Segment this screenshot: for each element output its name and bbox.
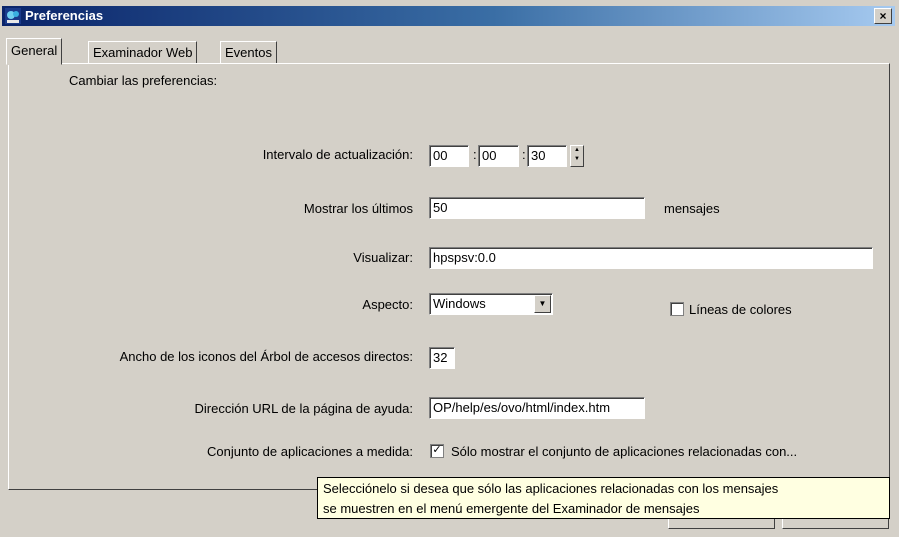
appearance-value: Windows — [433, 296, 486, 311]
general-panel — [8, 63, 890, 490]
display-label: Visualizar: — [353, 250, 413, 265]
colored-lines-checkbox[interactable] — [670, 302, 684, 316]
show-last-input[interactable]: 50 — [429, 197, 645, 219]
display-input[interactable]: hpspsv:0.0 — [429, 247, 873, 269]
window-title: Preferencias — [25, 8, 104, 23]
icon-width-label: Ancho de los iconos del Árbol de accesos… — [119, 349, 413, 364]
interval-label: Intervalo de actualización: — [262, 147, 413, 162]
show-last-suffix: mensajes — [664, 201, 720, 216]
openview-app-icon — [5, 8, 21, 24]
icon-width-input[interactable]: 32 — [429, 347, 455, 369]
show-last-label: Mostrar los últimos — [303, 201, 413, 216]
tab-eventos[interactable]: Eventos — [220, 41, 277, 63]
tooltip: Selecciónelo si desea que sólo las aplic… — [317, 477, 890, 519]
dropdown-arrow-icon[interactable]: ▼ — [534, 295, 551, 313]
appearance-select[interactable]: Windows ▼ — [429, 293, 553, 315]
colored-lines-label[interactable]: Líneas de colores — [689, 302, 792, 317]
close-button[interactable]: × — [874, 8, 892, 24]
tooltip-line-1: Selecciónelo si desea que sólo las aplic… — [323, 481, 779, 496]
close-icon: × — [879, 9, 887, 23]
appearance-label: Aspecto: — [362, 297, 413, 312]
panel-heading: Cambiar las preferencias: — [69, 73, 218, 88]
interval-minutes-input[interactable]: 00 — [478, 145, 519, 167]
title-bar[interactable]: Preferencias × — [2, 6, 895, 26]
tab-general[interactable]: General — [6, 38, 63, 65]
interval-separator: : — [473, 147, 477, 162]
interval-spinner[interactable]: ▲ ▼ — [570, 145, 584, 167]
tab-examinador-web[interactable]: Examinador Web — [88, 41, 198, 63]
preferences-window: Preferencias × General Examinador Web Ev… — [0, 0, 899, 537]
interval-separator: : — [522, 147, 526, 162]
spin-down-icon[interactable]: ▼ — [571, 155, 583, 164]
custom-apps-checkbox[interactable]: ✓ — [430, 444, 444, 458]
interval-seconds-input[interactable]: 30 — [527, 145, 567, 167]
interval-hours-input[interactable]: 00 — [429, 145, 469, 167]
custom-apps-label: Conjunto de aplicaciones a medida: — [207, 444, 413, 459]
help-url-label: Dirección URL de la página de ayuda: — [194, 401, 414, 416]
checkmark-icon: ✓ — [432, 444, 442, 456]
tooltip-line-2: se muestren en el menú emergente del Exa… — [323, 501, 700, 516]
custom-apps-checkbox-label[interactable]: Sólo mostrar el conjunto de aplicaciones… — [451, 444, 797, 459]
spin-up-icon[interactable]: ▲ — [571, 146, 583, 155]
help-url-input[interactable]: OP/help/es/ovo/html/index.htm — [429, 397, 645, 419]
